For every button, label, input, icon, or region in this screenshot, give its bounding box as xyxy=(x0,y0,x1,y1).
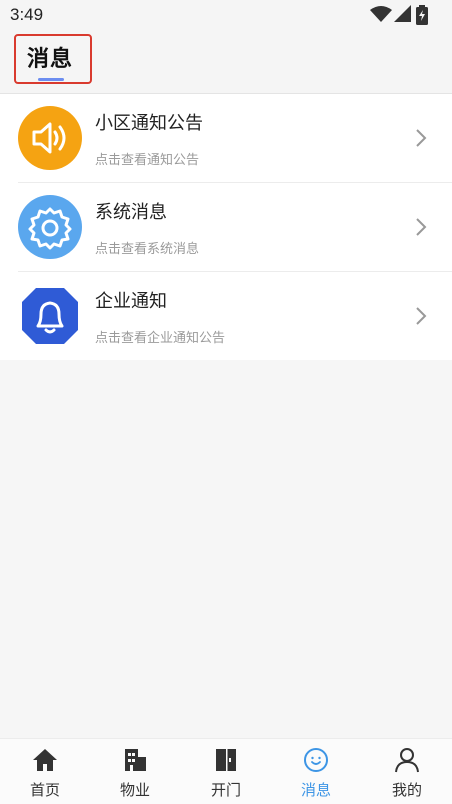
item-subtitle: 点击查看企业通知公告 xyxy=(95,331,226,346)
building-icon xyxy=(125,749,146,771)
status-time: 3:49 xyxy=(10,5,44,24)
list-item-community-notice[interactable]: 小区通知公告 点击查看通知公告 xyxy=(0,94,452,182)
list-item-company-notice[interactable]: 企业通知 点击查看企业通知公告 xyxy=(0,272,452,360)
speaker-icon xyxy=(18,106,82,170)
signal-icon xyxy=(394,5,411,22)
page-title-tab[interactable]: 消息 xyxy=(14,34,92,84)
nav-label: 我的 xyxy=(391,781,422,799)
message-list: 小区通知公告 点击查看通知公告 系统消息 点击查看系统消息 企业通知 点击查看企… xyxy=(0,94,452,360)
nav-label: 物业 xyxy=(119,781,150,799)
item-title: 小区通知公告 xyxy=(95,113,203,134)
home-icon xyxy=(33,749,57,771)
item-title: 企业通知 xyxy=(95,291,167,312)
nav-item-open-door[interactable]: 开门 xyxy=(181,739,271,804)
title-underline xyxy=(38,78,64,81)
nav-item-home[interactable]: 首页 xyxy=(0,739,90,804)
item-subtitle: 点击查看通知公告 xyxy=(95,153,200,168)
item-title: 系统消息 xyxy=(95,202,167,223)
page-header: 消息 xyxy=(0,30,452,94)
nav-label: 开门 xyxy=(210,781,241,799)
bottom-nav: 首页 物业 开门 消息 我的 xyxy=(0,738,452,804)
nav-item-messages[interactable]: 消息 xyxy=(271,739,361,804)
nav-label: 消息 xyxy=(300,781,331,799)
list-item-system-message[interactable]: 系统消息 点击查看系统消息 xyxy=(0,183,452,271)
message-icon xyxy=(304,748,328,772)
gear-icon xyxy=(18,195,82,259)
chevron-right-icon xyxy=(416,218,427,236)
chevron-right-icon xyxy=(416,129,427,147)
nav-label: 首页 xyxy=(29,781,60,799)
nav-item-mine[interactable]: 我的 xyxy=(362,739,452,804)
door-icon xyxy=(216,749,236,771)
status-bar: 3:49 xyxy=(0,0,452,30)
bell-icon xyxy=(22,288,78,344)
nav-item-property[interactable]: 物业 xyxy=(90,739,180,804)
item-subtitle: 点击查看系统消息 xyxy=(95,242,200,257)
person-icon xyxy=(395,748,419,773)
page-title: 消息 xyxy=(27,47,74,72)
battery-icon xyxy=(416,5,428,25)
wifi-icon xyxy=(370,6,392,22)
chevron-right-icon xyxy=(416,307,427,325)
